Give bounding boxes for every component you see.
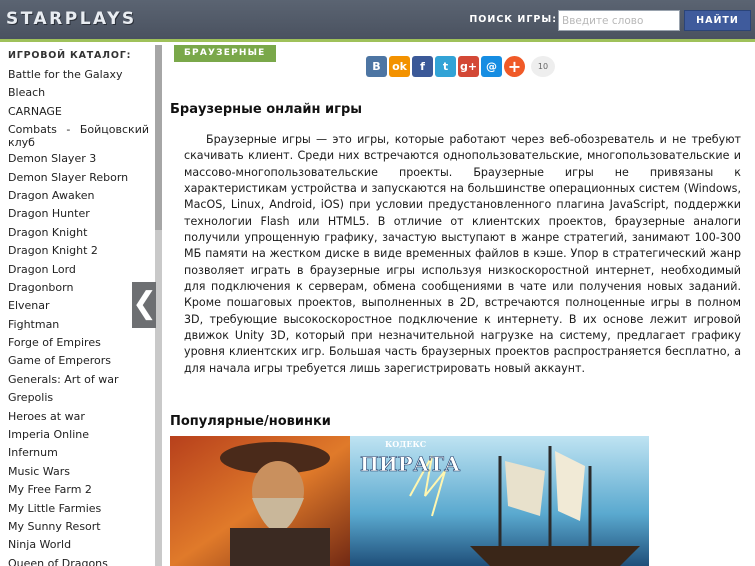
catalog-item[interactable]: My Sunny Resort <box>0 517 155 535</box>
share-count: 10 <box>531 56 555 77</box>
catalog-item[interactable]: Dragon Awaken <box>0 186 155 204</box>
facebook-share-icon[interactable]: f <box>412 56 433 77</box>
search-label: ПОИСК ИГРЫ: <box>469 14 557 25</box>
catalog-item[interactable]: Dragon Knight 2 <box>0 241 155 259</box>
odnoklassniki-share-icon[interactable]: ok <box>389 56 410 77</box>
popular-heading: Популярные/новинки <box>170 414 331 429</box>
catalog-item[interactable]: Dragon Knight <box>0 223 155 241</box>
catalog-item[interactable]: Dragon Hunter <box>0 204 155 222</box>
page-title: Браузерные онлайн игры <box>170 102 363 117</box>
catalog-item[interactable]: Infernum <box>0 443 155 461</box>
catalog-item[interactable]: Demon Slayer 3 <box>0 149 155 167</box>
collapse-sidebar-icon[interactable]: ❮ <box>132 282 157 328</box>
catalog-item[interactable]: Ninja World <box>0 535 155 553</box>
site-logo[interactable]: STARPLAYS <box>6 9 137 29</box>
game-banner-image[interactable]: КОДЕКС ПИРАТА <box>170 436 649 566</box>
catalog-item[interactable]: My Free Farm 2 <box>0 480 155 498</box>
catalog-item[interactable]: Bleach <box>0 83 155 101</box>
catalog-item[interactable]: Generals: Art of war <box>0 370 155 388</box>
catalog-item[interactable]: My Little Farmies <box>0 499 155 517</box>
category-tag[interactable]: БРАУЗЕРНЫЕ <box>174 45 276 62</box>
article-text: Браузерные игры — это игры, которые рабо… <box>184 133 741 375</box>
google-plus-share-icon[interactable]: g+ <box>458 56 479 77</box>
twitter-share-icon[interactable]: t <box>435 56 456 77</box>
catalog-item[interactable]: Battle for the Galaxy <box>0 65 155 83</box>
catalog-item[interactable]: Queen of Dragons <box>0 554 155 566</box>
more-share-icon[interactable]: + <box>504 56 525 77</box>
top-bar: STARPLAYS ПОИСК ИГРЫ: НАЙТИ <box>0 0 755 42</box>
pirate-game-illustration: КОДЕКС ПИРАТА <box>170 436 649 566</box>
catalog-item[interactable]: Dragon Lord <box>0 260 155 278</box>
catalog-item[interactable]: CARNAGE <box>0 102 155 120</box>
catalog-item[interactable]: Grepolis <box>0 388 155 406</box>
banner-logo-small: КОДЕКС <box>385 439 426 449</box>
banner-logo-big: ПИРАТА <box>360 452 461 476</box>
search-input[interactable] <box>558 10 680 31</box>
catalog-item[interactable]: Demon Slayer Reborn <box>0 168 155 186</box>
vk-share-icon[interactable]: В <box>366 56 387 77</box>
catalog-item[interactable]: Game of Emperors <box>0 351 155 369</box>
catalog-item[interactable]: Music Wars <box>0 462 155 480</box>
catalog-item[interactable]: Forge of Empires <box>0 333 155 351</box>
sidebar-scrollbar[interactable] <box>155 45 162 230</box>
share-buttons: В ok f t g+ @ + 10 <box>366 56 555 78</box>
catalog-item[interactable]: Combats - Бойцовский клуб <box>0 120 155 149</box>
catalog-item[interactable]: Heroes at war <box>0 407 155 425</box>
search-button[interactable]: НАЙТИ <box>684 10 751 31</box>
catalog-item[interactable]: Imperia Online <box>0 425 155 443</box>
catalog-title: ИГРОВОЙ КАТАЛОГ: <box>8 50 132 61</box>
mail-share-icon[interactable]: @ <box>481 56 502 77</box>
